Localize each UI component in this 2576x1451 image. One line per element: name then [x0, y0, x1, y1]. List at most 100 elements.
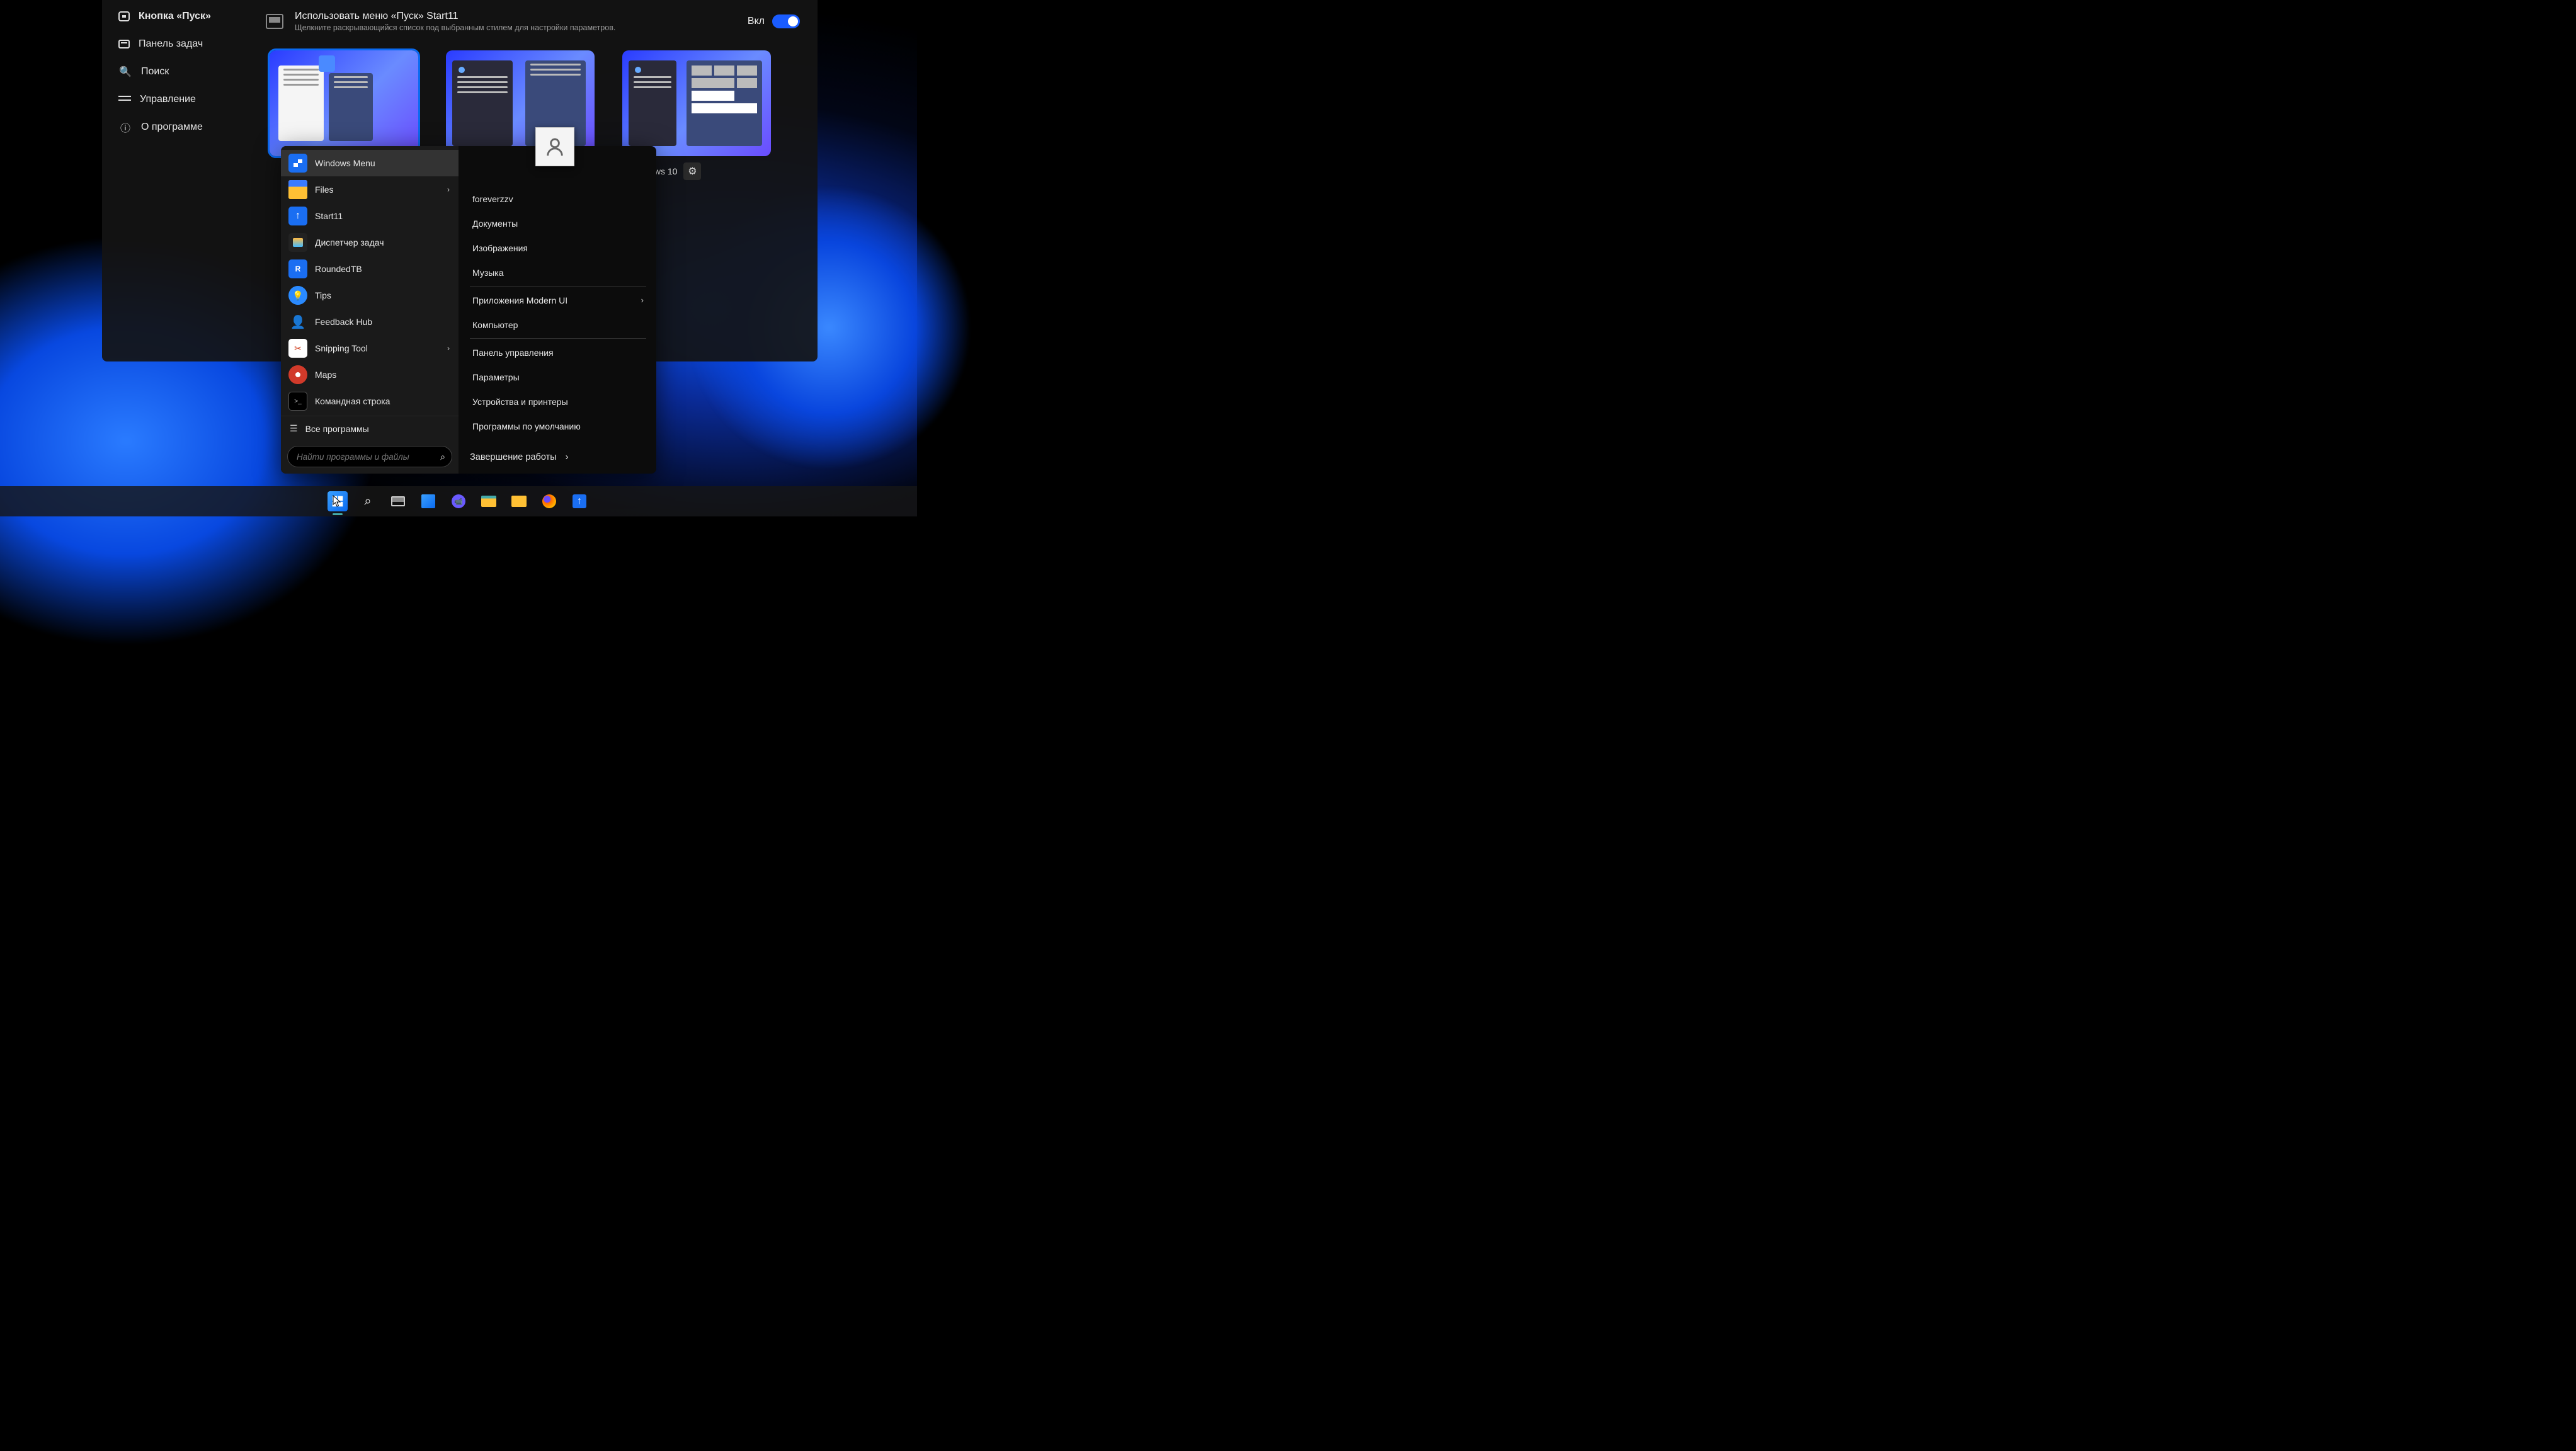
sidebar-item-label: Управление	[140, 94, 196, 105]
taskbar-start11[interactable]: ↑	[569, 491, 590, 511]
username[interactable]: foreverzzv	[470, 186, 646, 211]
start-item-label: Maps	[315, 370, 336, 380]
enable-toggle[interactable]	[772, 14, 800, 28]
fb-icon	[288, 312, 307, 331]
start-item-label: RoundedTB	[315, 264, 362, 274]
menu-item-label: Панель управления	[472, 348, 554, 358]
snip-icon	[288, 339, 307, 358]
search-icon[interactable]: ⌕	[440, 452, 445, 462]
separator	[470, 286, 646, 287]
sliders-icon	[118, 94, 131, 105]
rtb-icon	[288, 259, 307, 278]
chevron-right-icon: ›	[641, 295, 644, 305]
menu-item-label: Приложения Modern UI	[472, 295, 567, 305]
menu-item-label: Параметры	[472, 372, 520, 382]
task-icon	[288, 233, 307, 252]
option-subtitle: Щелкните раскрывающийся список под выбра…	[295, 23, 615, 32]
start-item-feedback-hub[interactable]: Feedback Hub	[281, 309, 459, 335]
sidebar-item-about[interactable]: ⓘ О программе	[102, 113, 253, 141]
places-0[interactable]: Приложения Modern UI ›	[470, 288, 646, 312]
menu-item-label: Устройства и принтеры	[472, 397, 568, 407]
tips-icon	[288, 286, 307, 305]
shutdown-label: Завершение работы	[470, 452, 557, 462]
cmd-icon	[288, 392, 307, 411]
system-link-0[interactable]: Панель управления	[470, 340, 646, 365]
chevron-right-icon: ›	[447, 344, 450, 353]
chevron-right-icon: ›	[566, 452, 569, 462]
start-item-maps[interactable]: Maps	[281, 361, 459, 388]
sidebar-item-label: О программе	[141, 122, 203, 133]
taskbar-chat[interactable]: 📹	[448, 491, 469, 511]
all-programs-label: Все программы	[305, 424, 369, 434]
monitor-icon	[266, 14, 283, 29]
gear-icon[interactable]: ⚙	[683, 162, 701, 180]
start11-icon	[288, 207, 307, 225]
menu-item-label: Документы	[472, 219, 518, 229]
style-thumb	[270, 50, 418, 156]
all-programs[interactable]: ☰ Все программы	[281, 416, 459, 441]
start-item-task-manager[interactable]: Диспетчер задач	[281, 229, 459, 256]
start-item-tips[interactable]: Tips	[281, 282, 459, 309]
start-item-label: Командная строка	[315, 396, 390, 406]
start-item-label: Feedback Hub	[315, 317, 372, 327]
start-item-windows-menu[interactable]: Windows Menu	[281, 150, 459, 176]
start-item-label: Snipping Tool	[315, 343, 368, 353]
start-item-label: Диспетчер задач	[315, 237, 384, 248]
start-item-label: Files	[315, 185, 334, 195]
start-menu-search[interactable]: ⌕	[287, 446, 452, 467]
search-input[interactable]	[297, 452, 440, 462]
start-item-files[interactable]: Files ›	[281, 176, 459, 203]
places-1[interactable]: Компьютер	[470, 312, 646, 337]
shutdown-button[interactable]: Завершение работы ›	[470, 452, 568, 462]
user-folder-2[interactable]: Музыка	[470, 260, 646, 285]
search-icon: 🔍	[118, 65, 132, 79]
system-link-3[interactable]: Программы по умолчанию	[470, 414, 646, 438]
sidebar-item-search[interactable]: 🔍 Поиск	[102, 58, 253, 86]
menu-item-label: Компьютер	[472, 320, 518, 330]
style-thumb	[622, 50, 771, 156]
option-header: Использовать меню «Пуск» Start11 Щелкнит…	[266, 3, 800, 40]
start-item-roundedtb[interactable]: RoundedTB	[281, 256, 459, 282]
sidebar-item-taskbar[interactable]: Панель задач	[102, 30, 253, 58]
settings-sidebar: Кнопка «Пуск» Панель задач 🔍 Поиск Управ…	[102, 0, 253, 141]
taskbar-widgets[interactable]	[418, 491, 438, 511]
start-button-icon	[118, 11, 130, 21]
taskbar-firefox[interactable]	[539, 491, 559, 511]
sidebar-item-start-button[interactable]: Кнопка «Пуск»	[102, 3, 253, 30]
option-title: Использовать меню «Пуск» Start11	[295, 11, 615, 22]
taskbar-taskview[interactable]	[388, 491, 408, 511]
user-avatar[interactable]	[535, 127, 574, 166]
taskbar-explorer[interactable]	[479, 491, 499, 511]
start-item-label: Start11	[315, 211, 343, 221]
list-icon: ☰	[290, 423, 298, 434]
start-item-label: Tips	[315, 290, 331, 300]
taskbar-search[interactable]: ⌕	[358, 491, 378, 511]
start-item-start11[interactable]: Start11	[281, 203, 459, 229]
info-icon: ⓘ	[118, 120, 132, 134]
user-folder-0[interactable]: Документы	[470, 211, 646, 236]
sidebar-item-label: Кнопка «Пуск»	[139, 11, 211, 22]
win-icon	[288, 154, 307, 173]
menu-item-label: Программы по умолчанию	[472, 421, 581, 431]
sidebar-item-label: Панель задач	[139, 38, 203, 50]
start-menu-left: Windows Menu Files › Start11 Диспетчер задач…	[281, 146, 459, 474]
start-item-snipping-tool[interactable]: Snipping Tool ›	[281, 335, 459, 361]
sidebar-item-control[interactable]: Управление	[102, 86, 253, 113]
toggle-label: Вкл	[748, 16, 765, 27]
start-menu-right: foreverzzv Документы Изображения Музыка Пр…	[459, 146, 656, 474]
windows-icon	[331, 495, 344, 508]
start-item-cmd[interactable]: Командная строка	[281, 388, 459, 414]
system-link-1[interactable]: Параметры	[470, 365, 646, 389]
taskbar: ⌕ 📹 ↑	[0, 486, 917, 516]
user-folder-1[interactable]: Изображения	[470, 236, 646, 260]
system-link-2[interactable]: Устройства и принтеры	[470, 389, 646, 414]
start-item-label: Windows Menu	[315, 158, 375, 168]
folder-icon	[288, 180, 307, 199]
sidebar-item-label: Поиск	[141, 66, 169, 77]
taskbar-icon	[118, 40, 130, 48]
menu-item-label: Изображения	[472, 243, 528, 253]
taskbar-folder[interactable]	[509, 491, 529, 511]
start-button[interactable]	[328, 491, 348, 511]
menu-item-label: Музыка	[472, 268, 504, 278]
chevron-right-icon: ›	[447, 185, 450, 194]
